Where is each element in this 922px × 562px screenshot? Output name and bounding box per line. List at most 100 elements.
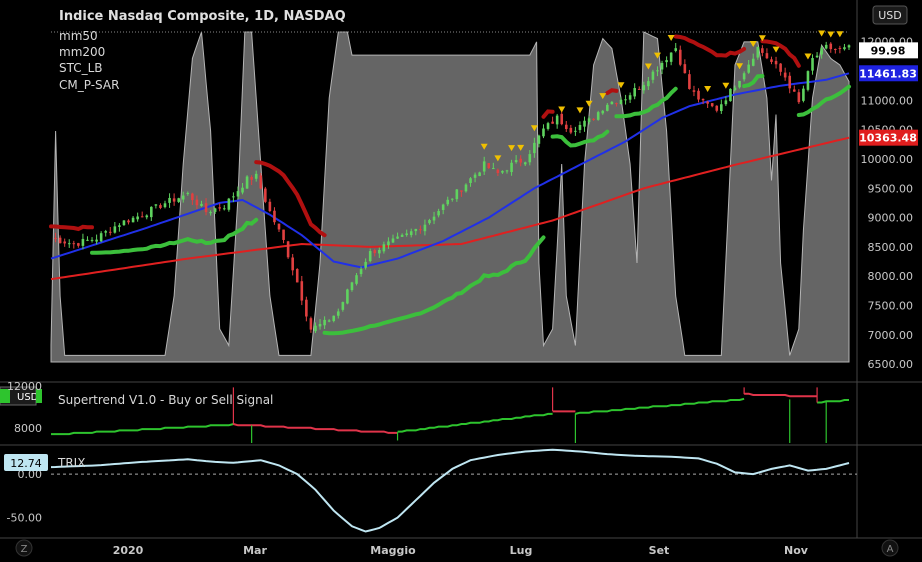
candle-body-59 [318,324,322,327]
candle-body-134 [660,62,664,70]
candle-body-51 [282,229,285,240]
candle-body-123 [610,101,614,105]
candle-body-28 [177,198,180,202]
candle-body-127 [628,95,632,100]
candle-body-62 [332,315,336,322]
candle-body-110 [551,121,554,124]
chart-title: Indice Nasdaq Composite, 1D, NASDAQ [59,9,346,24]
candle-body-175 [847,45,851,48]
candle-body-70 [368,251,372,262]
candle-body-125 [619,99,623,105]
legend-stc[interactable]: STC_LB [59,61,103,75]
candle-body-128 [633,88,636,97]
candle-body-23 [154,204,158,206]
usd-label: USD [17,392,39,403]
candle-body-66 [350,282,354,291]
time-tick-3: Lug [510,544,533,557]
candle-body-73 [382,244,386,252]
candle-body-119 [592,118,595,120]
candle-body-114 [569,127,573,133]
candle-body-140 [688,74,691,89]
candle-body-58 [314,325,317,332]
candle-body-3 [63,241,66,244]
supertrend-top-tick: 12000 [7,380,42,393]
candle-body-41 [236,191,240,197]
time-tick-1: Mar [243,544,267,557]
candle-body-10 [95,239,98,242]
candle-body-115 [574,130,577,132]
candle-body-138 [678,49,682,65]
candle-body-33 [200,203,203,207]
price-tick-6: 9000.00 [868,212,914,225]
candle-body-13 [108,231,112,233]
candle-body-147 [720,104,723,112]
supertrend-title[interactable]: Supertrend V1.0 - Buy or Sell Signal [58,393,273,407]
candle-body-78 [405,233,408,236]
candle-body-129 [637,88,641,90]
candle-body-118 [587,118,591,123]
candle-body-20 [140,216,144,218]
candle-body-67 [355,275,358,284]
legend-mm50[interactable]: mm50 [59,29,98,43]
candle-body-76 [396,236,399,239]
candle-body-1 [54,238,57,240]
candle-body-160 [779,63,782,72]
candle-body-54 [295,269,299,283]
candle-body-9 [90,239,94,241]
candle-body-40 [232,196,235,198]
candle-body-46 [259,175,263,189]
candle-body-94 [478,172,481,177]
candle-body-105 [528,154,532,163]
candle-body-154 [751,58,755,66]
candle-body-88 [450,198,454,200]
candle-body-63 [336,311,340,316]
candle-body-48 [268,201,272,211]
candle-body-4 [67,243,71,245]
price-tag-label-2: 10363.48 [859,132,917,145]
candle-body-113 [564,124,568,130]
trix-title[interactable]: TRIX [57,456,85,470]
candle-body-56 [305,299,308,317]
candle-body-161 [783,72,787,78]
candle-body-107 [537,135,541,144]
candle-body-141 [692,90,696,92]
time-tick-4: Set [649,544,670,557]
candle-body-164 [797,92,801,103]
candle-body-97 [492,168,495,170]
legend-mm200[interactable]: mm200 [59,45,105,59]
candle-body-108 [542,128,545,137]
candle-body-96 [487,163,491,169]
candle-body-112 [560,113,564,125]
candle-body-52 [286,241,290,258]
candle-body-101 [510,162,513,173]
candle-body-111 [555,115,559,125]
price-tick-5: 9500.00 [868,182,914,195]
candle-body-89 [455,189,459,200]
candle-body-44 [250,177,253,180]
candle-body-16 [122,220,126,226]
candle-body-122 [606,104,609,111]
candle-body-92 [469,178,472,183]
candle-body-93 [473,174,477,178]
candle-body-137 [674,48,678,51]
candle-body-82 [423,224,427,232]
candle-body-150 [733,87,737,90]
legend-psar[interactable]: CM_P-SAR [59,78,119,92]
time-tick-5: Nov [784,544,809,557]
candle-body-42 [241,187,244,193]
candle-body-32 [195,199,199,206]
candle-body-21 [145,215,149,218]
candle-body-87 [446,199,450,205]
candle-body-143 [701,98,705,101]
candle-body-170 [824,44,828,49]
candle-body-95 [482,161,486,172]
candle-body-136 [669,52,673,62]
candle-body-98 [496,169,500,174]
candle-body-152 [742,73,746,80]
candle-body-104 [523,162,527,165]
candle-body-8 [86,239,89,241]
candle-body-133 [656,70,659,72]
candle-body-126 [624,99,627,101]
currency-label: USD [878,9,902,22]
candle-body-121 [601,110,605,114]
